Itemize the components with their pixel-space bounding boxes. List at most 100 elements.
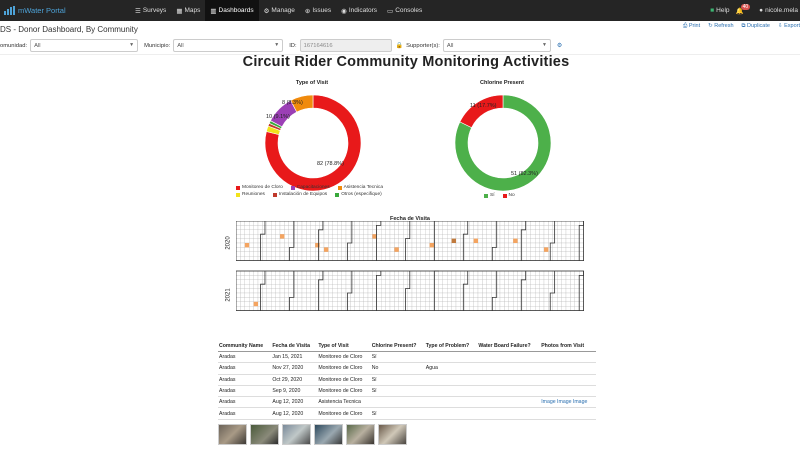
calendar-day-cell[interactable]	[359, 221, 364, 226]
calendar-day-cell[interactable]	[315, 284, 320, 289]
calendar-day-cell[interactable]	[310, 301, 316, 307]
calendar-day-cell[interactable]	[244, 288, 250, 294]
calendar-day-cell[interactable]	[442, 275, 448, 280]
calendar-day-cell[interactable]	[350, 256, 355, 261]
col-header[interactable]: Chlorine Present?	[370, 341, 425, 352]
calendar-day-cell[interactable]	[323, 229, 329, 235]
calendar-day-cell[interactable]	[350, 288, 355, 294]
calendar-day-cell[interactable]	[491, 238, 496, 244]
calendar-day-cell[interactable]	[526, 297, 531, 302]
calendar-day-cell[interactable]	[570, 297, 575, 302]
calendar-day-cell[interactable]	[565, 229, 571, 235]
calendar-day-cell[interactable]	[275, 238, 281, 244]
calendar-day-cell[interactable]	[526, 238, 531, 244]
calendar-day-cell[interactable]	[513, 279, 518, 285]
calendar-day-cell[interactable]	[464, 225, 470, 230]
calendar-day-cell[interactable]	[345, 284, 351, 289]
calendar-day-cell[interactable]	[455, 270, 461, 276]
calendar-day-cell[interactable]	[367, 270, 373, 276]
calendar-day-cell[interactable]	[275, 275, 281, 280]
calendar-day-cell[interactable]	[420, 279, 426, 285]
calendar-day-cell[interactable]	[442, 251, 448, 257]
calendar-day-cell[interactable]	[411, 229, 417, 235]
calendar-day-cell[interactable]	[447, 279, 452, 285]
calendar-day-cell[interactable]	[535, 225, 540, 230]
calendar-day-cell[interactable]	[530, 256, 536, 261]
calendar-day-cell[interactable]	[442, 256, 448, 261]
calendar-day-cell[interactable]	[240, 234, 245, 239]
donut-slice-no[interactable]	[459, 94, 504, 128]
calendar-day-cell[interactable]	[579, 221, 584, 226]
calendar-day-cell[interactable]	[552, 297, 558, 302]
calendar-day-cell[interactable]	[539, 256, 545, 261]
calendar-day-cell[interactable]	[473, 306, 479, 311]
calendar-day-cell[interactable]	[535, 288, 540, 294]
calendar-day-cell[interactable]	[271, 256, 276, 261]
calendar-day-cell[interactable]	[315, 221, 320, 226]
calendar-day-cell[interactable]	[447, 275, 452, 280]
calendar-day-cell[interactable]	[381, 284, 386, 289]
calendar-day-cell[interactable]	[579, 238, 584, 244]
calendar-day-cell[interactable]	[301, 275, 307, 280]
calendar-day-cell[interactable]	[297, 275, 303, 280]
calendar-day-cell[interactable]	[455, 234, 461, 239]
calendar-day-cell[interactable]	[508, 225, 514, 230]
calendar-day-cell[interactable]	[328, 306, 333, 311]
calendar-day-cell[interactable]	[253, 306, 259, 311]
calendar-day-cell[interactable]	[451, 288, 457, 294]
calendar-day-cell[interactable]	[438, 229, 443, 235]
calendar-day-cell[interactable]	[271, 306, 276, 311]
calendar-day-cell[interactable]	[539, 270, 545, 276]
calendar-day-cell[interactable]	[517, 275, 523, 280]
calendar-day-cell[interactable]	[403, 234, 408, 239]
calendar-day-cell[interactable]	[561, 275, 567, 280]
visit-photo-thumbnail[interactable]	[250, 424, 279, 445]
calendar-day-cell[interactable]	[557, 251, 562, 257]
calendar-day-cell[interactable]	[460, 238, 465, 244]
calendar-day-cell[interactable]	[301, 284, 307, 289]
calendar-day-cell[interactable]	[504, 251, 509, 257]
calendar-day-cell[interactable]	[323, 284, 329, 289]
calendar-day-cell[interactable]	[535, 221, 540, 226]
calendar-day-cell[interactable]	[306, 225, 311, 230]
calendar-day-cell[interactable]	[447, 229, 452, 235]
calendar-day-cell[interactable]	[464, 284, 470, 289]
calendar-day-cell[interactable]	[332, 301, 338, 307]
calendar-day-cell[interactable]	[565, 234, 571, 239]
visit-photo-thumbnail[interactable]	[378, 424, 407, 445]
calendar-day-cell[interactable]	[249, 229, 254, 235]
calendar-day-cell[interactable]	[447, 284, 452, 289]
calendar-day-cell[interactable]	[350, 225, 355, 230]
calendar-day-cell[interactable]	[236, 251, 241, 257]
calendar-day-cell[interactable]	[284, 229, 289, 235]
calendar-day-cell[interactable]	[477, 238, 483, 244]
calendar-day-cell[interactable]	[284, 279, 289, 285]
calendar-day-cell[interactable]	[486, 251, 492, 257]
calendar-day-cell[interactable]	[319, 279, 325, 285]
calendar-day-cell[interactable]	[530, 229, 536, 235]
calendar-day-cell[interactable]	[301, 301, 307, 307]
calendar-day-cell[interactable]	[420, 247, 426, 252]
calendar-day-cell[interactable]	[262, 256, 267, 261]
calendar-day-cell[interactable]	[306, 301, 311, 307]
calendar-day-cell[interactable]	[574, 221, 580, 226]
calendar-day-cell[interactable]	[306, 275, 311, 280]
calendar-day-cell[interactable]	[464, 292, 470, 298]
calendar-day-cell[interactable]	[486, 225, 492, 230]
calendar-day-cell[interactable]	[499, 256, 505, 261]
calendar-day-cell[interactable]	[244, 251, 250, 257]
user-menu[interactable]: ● nicole.mela	[759, 7, 798, 14]
calendar-day-cell[interactable]	[403, 279, 408, 285]
calendar-day-cell[interactable]	[535, 234, 540, 239]
calendar-day-cell[interactable]	[244, 275, 250, 280]
calendar-day-cell[interactable]	[249, 251, 254, 257]
calendar-day-cell[interactable]	[288, 279, 294, 285]
calendar-day-cell[interactable]	[284, 288, 289, 294]
calendar-day-cell[interactable]	[535, 270, 540, 276]
calendar-day-cell[interactable]	[359, 275, 364, 280]
calendar-day-cell[interactable]	[345, 288, 351, 294]
visit-photo-thumbnail[interactable]	[346, 424, 375, 445]
calendar-day-cell[interactable]	[341, 270, 347, 276]
calendar-day-cell[interactable]	[315, 279, 320, 285]
calendar-day-cell[interactable]	[469, 275, 474, 280]
